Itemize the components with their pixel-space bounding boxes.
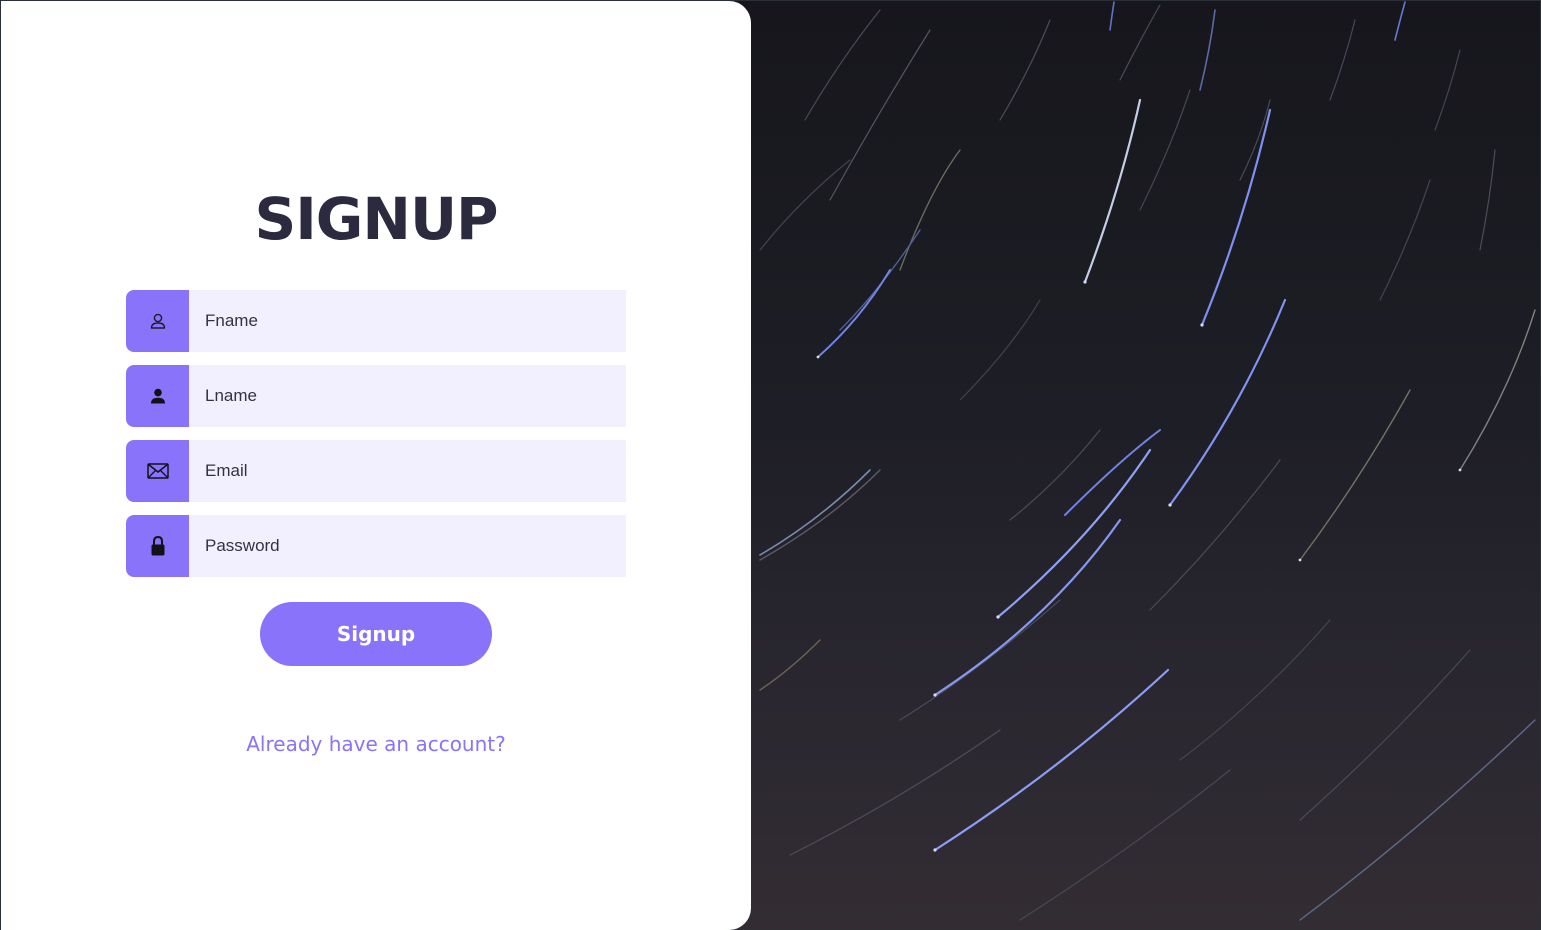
- user-solid-icon: [126, 365, 189, 427]
- email-input[interactable]: [189, 440, 626, 502]
- lname-field: [126, 365, 626, 427]
- signup-page: SIGNUP Fname Lname Email Signup Already …: [0, 0, 1541, 930]
- lname-input[interactable]: [189, 365, 626, 427]
- signup-panel: SIGNUP Fname Lname Email Signup Already …: [1, 1, 751, 930]
- password-input[interactable]: [189, 515, 626, 577]
- user-outline-icon: [126, 290, 189, 352]
- login-link[interactable]: Already have an account?: [1, 732, 751, 756]
- page-title: SIGNUP: [254, 185, 498, 253]
- email-field: [126, 440, 626, 502]
- password-field: [126, 515, 626, 577]
- lock-icon: [126, 515, 189, 577]
- fname-field: [126, 290, 626, 352]
- envelope-icon: [126, 440, 189, 502]
- signup-button[interactable]: Signup: [260, 602, 492, 666]
- fname-input[interactable]: [189, 290, 626, 352]
